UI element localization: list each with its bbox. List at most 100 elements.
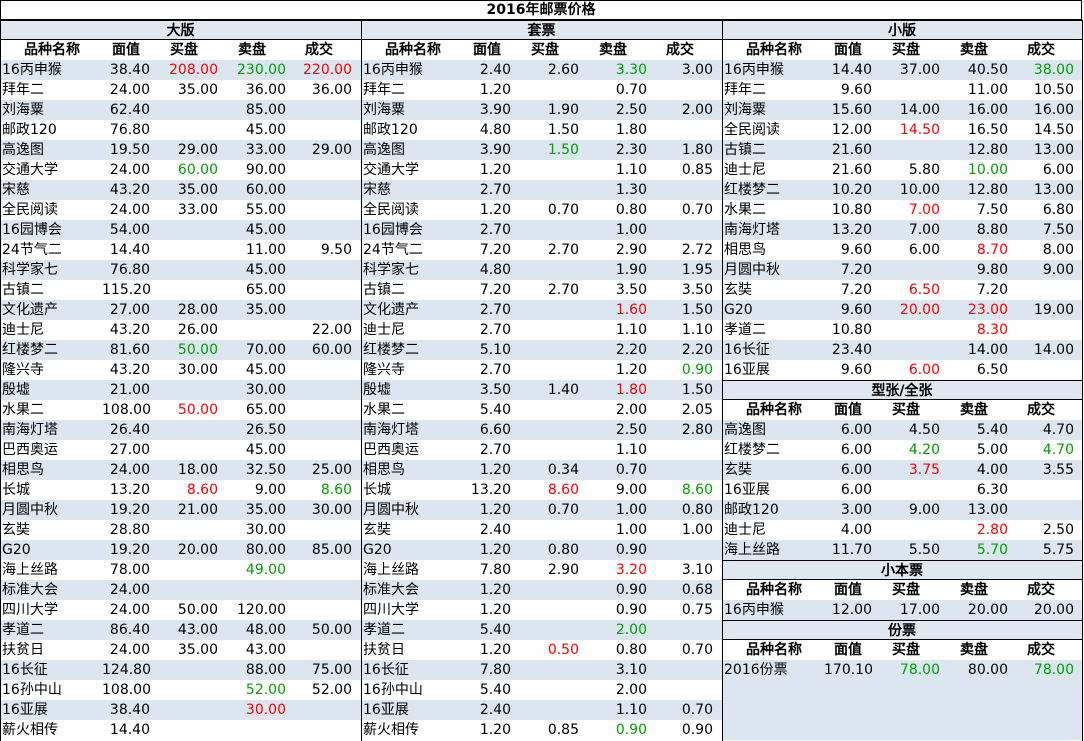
price-cell: 1.60: [615, 302, 647, 318]
price-cell: 0.90: [681, 362, 713, 378]
stamp-name: 24节气二: [2, 242, 62, 258]
stamp-name: 扶贫日: [2, 642, 44, 658]
price-cell: [511, 160, 579, 180]
stamp-name: 殷墟: [363, 382, 391, 398]
price-cell: [511, 620, 579, 640]
price-cell: 4.70: [1042, 422, 1074, 438]
price-cell: 24.00: [109, 602, 150, 618]
price-cell: 13.20: [470, 482, 511, 498]
price-cell: 1.00: [681, 522, 713, 538]
price-cell: 80.00: [967, 662, 1008, 678]
stamp-name: G20: [363, 542, 392, 558]
stamp-name: 24节气二: [363, 242, 423, 258]
price-cell: 0.70: [615, 82, 647, 98]
table-row: 殷墟 21.00 30.00: [0, 380, 361, 400]
price-cell: 43.20: [109, 322, 150, 338]
price-cell: [647, 220, 713, 240]
table-row: 孝道二 10.80 8.30: [722, 320, 1082, 340]
price-cell: 9.60: [840, 302, 872, 318]
price-cell: 2.20: [615, 342, 647, 358]
price-cell: 32.50: [245, 462, 286, 478]
price-cell: 14.40: [109, 722, 150, 738]
price-cell: 108.00: [102, 402, 150, 418]
stamp-name: 长城: [2, 482, 30, 498]
table-row: 孝道二 5.40 2.00: [361, 620, 722, 640]
price-cell: 3.20: [615, 562, 647, 578]
price-cell: 13.00: [1033, 182, 1074, 198]
price-cell: 3.75: [908, 462, 940, 478]
price-cell: 16.00: [1033, 102, 1074, 118]
table-row: 孝道二 86.40 43.00 48.00 50.00: [0, 620, 361, 640]
table-row: 月圆中秋 1.20 0.70 1.00 0.80: [361, 500, 722, 520]
price-cell: [150, 120, 218, 140]
price-cell: [647, 460, 713, 480]
price-cell: 15.60: [831, 102, 872, 118]
stamp-name: G20: [2, 542, 31, 558]
table-row: 红楼梦二 5.10 2.20 2.20: [361, 340, 722, 360]
header-cell: 面值: [834, 42, 862, 58]
price-cell: 3.10: [681, 562, 713, 578]
price-cell: 0.50: [547, 642, 579, 658]
header-cell: 品种名称: [24, 42, 80, 58]
header-cell: 面值: [834, 402, 862, 418]
stamp-name: 月圆中秋: [363, 502, 419, 518]
price-cell: [872, 480, 940, 500]
price-cell: 5.50: [908, 542, 940, 558]
price-cell: [218, 720, 286, 740]
price-cell: 1.20: [479, 642, 511, 658]
price-cell: 11.00: [967, 82, 1008, 98]
table-row: 16长征 23.40 14.00 14.00: [722, 340, 1082, 360]
price-cell: [511, 260, 579, 280]
price-cell: 6.00: [840, 462, 872, 478]
price-cell: [511, 660, 579, 680]
price-cell: [872, 340, 940, 360]
header-cell: 面值: [834, 642, 862, 658]
price-cell: 24.00: [109, 82, 150, 98]
price-cell: 16.00: [967, 102, 1008, 118]
stamp-name: 全民阅读: [2, 202, 58, 218]
price-cell: 43.20: [109, 182, 150, 198]
stamp-name: 迪士尼: [724, 162, 766, 178]
price-cell: 6.60: [479, 422, 511, 438]
column-small-sheet: 小版 品种名称 面值 买盘 卖盘 成交 16丙申猴 14.40 37.00 40.50 38.00 拜…: [722, 20, 1082, 740]
price-cell: 1.80: [681, 142, 713, 158]
price-cell: 14.00: [1033, 342, 1074, 358]
price-cell: 9.00: [615, 482, 647, 498]
price-cell: [647, 540, 713, 560]
stamp-name: 迪士尼: [2, 322, 44, 338]
price-cell: 2.70: [479, 442, 511, 458]
price-cell: [511, 520, 579, 540]
table-row: 科学家七 4.80 1.90 1.95: [361, 260, 722, 280]
header-cell: 卖盘: [238, 42, 266, 58]
table-row: 海上丝路 7.80 2.90 3.20 3.10: [361, 560, 722, 580]
price-cell: 23.40: [831, 342, 872, 358]
column-headers: 品种名称 面值 买盘 卖盘 成交: [722, 40, 1082, 60]
stamp-name: 孝道二: [2, 622, 44, 638]
price-cell: 6.00: [840, 442, 872, 458]
stamp-name: 全民阅读: [363, 202, 419, 218]
price-cell: 1.50: [681, 382, 713, 398]
price-cell: 6.00: [840, 422, 872, 438]
price-cell: [286, 360, 352, 380]
price-cell: 8.60: [186, 482, 218, 498]
stamp-name: 16园博会: [2, 222, 62, 238]
price-cell: 10.80: [831, 322, 872, 338]
price-cell: 33.00: [245, 142, 286, 158]
price-cell: 3.10: [615, 662, 647, 678]
stamp-name: 16长征: [724, 342, 770, 358]
price-cell: [872, 80, 940, 100]
empty-area: [722, 680, 1082, 740]
price-cell: 6.80: [1042, 202, 1074, 218]
price-cell: [511, 320, 579, 340]
price-cell: [150, 240, 218, 260]
table-row: 水果二 5.40 2.00 2.05: [361, 400, 722, 420]
price-cell: [511, 580, 579, 600]
price-cell: 0.85: [681, 162, 713, 178]
stamp-name: 海上丝路: [363, 562, 419, 578]
stamp-name: 长城: [363, 482, 391, 498]
price-cell: [286, 300, 352, 320]
table-row: 交通大学 24.00 60.00 90.00: [0, 160, 361, 180]
table-row: 隆兴寺 43.20 30.00 45.00: [0, 360, 361, 380]
stamp-name: 隆兴寺: [363, 362, 405, 378]
price-cell: 27.00: [109, 442, 150, 458]
